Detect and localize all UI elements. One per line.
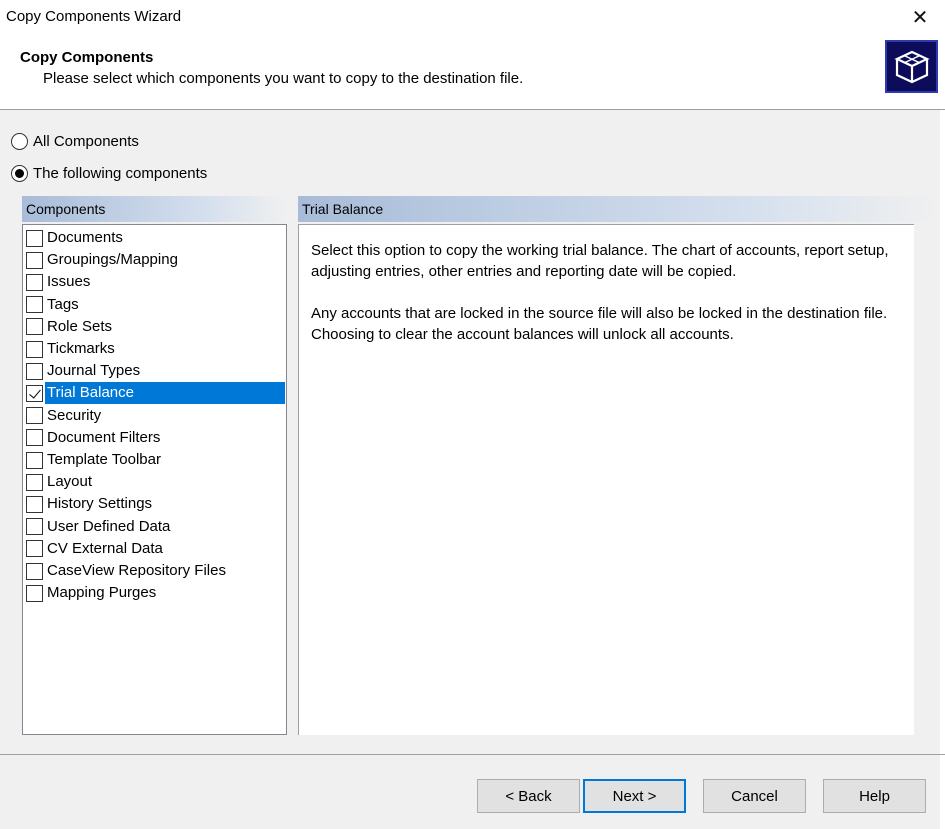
following-components-radio[interactable]: The following components [11, 165, 207, 182]
component-label: Template Toolbar [47, 451, 161, 468]
checkbox[interactable] [26, 362, 43, 380]
component-list-item[interactable]: Tickmarks [24, 338, 285, 360]
component-label: History Settings [47, 495, 153, 513]
component-label: Mapping Purges [47, 584, 157, 602]
component-label: Trial Balance [45, 382, 285, 405]
checkbox[interactable] [26, 340, 43, 358]
checkbox[interactable] [26, 296, 43, 314]
component-list-item[interactable]: Trial Balance [24, 382, 285, 405]
checkbox[interactable] [26, 451, 43, 469]
details-paragraph-2: Any accounts that are locked in the sour… [311, 305, 888, 343]
checkbox[interactable] [26, 318, 43, 336]
component-list-item[interactable]: CaseView Repository Files [24, 560, 285, 582]
checkbox[interactable] [26, 540, 43, 558]
box-icon-graphic [893, 50, 930, 83]
back-button[interactable]: < Back [477, 779, 580, 813]
window-title: Copy Components Wizard [6, 8, 182, 25]
component-label: Documents [47, 229, 123, 246]
components-panel-header: Components [22, 196, 287, 222]
checkbox[interactable] [26, 584, 43, 602]
component-label: Document Filters [47, 428, 161, 446]
page-subtitle: Please select which components you want … [43, 70, 524, 87]
component-list-item[interactable]: Layout [24, 471, 285, 493]
component-list-item[interactable]: Document Filters [24, 427, 285, 449]
component-label: Issues [47, 273, 91, 291]
component-list-item[interactable]: Documents [24, 227, 285, 249]
component-label: Security [47, 406, 102, 424]
component-list-item[interactable]: Groupings/Mapping [24, 249, 285, 271]
checkbox[interactable] [26, 229, 43, 247]
component-label: CaseView Repository Files [47, 562, 226, 579]
component-list-item[interactable]: History Settings [24, 493, 285, 515]
component-list-item[interactable]: Issues [24, 271, 285, 293]
component-label: User Defined Data [47, 517, 171, 535]
details-panel: Select this option to copy the working t… [298, 224, 914, 735]
details-panel-header: Trial Balance [298, 196, 940, 222]
components-list: Documents Groupings/Mapping Issues Tags Role… [22, 224, 287, 735]
component-list-item[interactable]: User Defined Data [24, 516, 285, 538]
copy-components-wizard-window: Copy Components Wizard ✕ Copy Components… [0, 0, 945, 829]
checkbox[interactable] [26, 518, 43, 536]
component-list-item[interactable]: Template Toolbar [24, 449, 285, 471]
details-paragraph-1: Select this option to copy the working t… [311, 242, 889, 280]
component-label: Groupings/Mapping [47, 251, 178, 269]
title-bar: Copy Components Wizard ✕ [0, 0, 945, 34]
checkbox[interactable] [26, 251, 43, 269]
component-list-item[interactable]: Mapping Purges [24, 582, 285, 604]
footer-divider [0, 754, 945, 755]
radio-button-selected[interactable] [11, 165, 28, 182]
component-list-item[interactable]: Journal Types [24, 360, 285, 382]
component-label: CV External Data [47, 539, 163, 557]
checkbox[interactable] [26, 273, 43, 291]
component-list-item[interactable]: Tags [24, 294, 285, 316]
close-icon[interactable]: ✕ [897, 0, 943, 34]
checkbox[interactable] [26, 473, 43, 491]
component-label: Tags [47, 295, 79, 313]
wizard-header: Copy Components Please select which comp… [0, 34, 945, 110]
all-components-radio[interactable]: All Components [11, 133, 139, 150]
component-label: Tickmarks [47, 340, 115, 357]
component-list-item[interactable]: Security [24, 405, 285, 427]
all-components-label: All Components [33, 133, 139, 150]
checkbox-checked[interactable] [26, 384, 43, 402]
box-icon [885, 40, 938, 93]
component-list-item[interactable]: CV External Data [24, 538, 285, 560]
window-edge [940, 110, 945, 829]
component-label: Layout [47, 473, 93, 491]
help-button[interactable]: Help [823, 779, 926, 813]
checkbox[interactable] [26, 407, 43, 425]
checkbox[interactable] [26, 429, 43, 447]
component-list-item[interactable]: Role Sets [24, 316, 285, 338]
page-title: Copy Components [20, 49, 154, 66]
checkbox[interactable] [26, 562, 43, 580]
radio-button-unselected[interactable] [11, 133, 28, 150]
next-button[interactable]: Next > [583, 779, 686, 813]
component-label: Journal Types [47, 362, 141, 380]
checkbox[interactable] [26, 495, 43, 513]
cancel-button[interactable]: Cancel [703, 779, 806, 813]
following-components-label: The following components [33, 165, 208, 182]
component-label: Role Sets [47, 317, 113, 335]
